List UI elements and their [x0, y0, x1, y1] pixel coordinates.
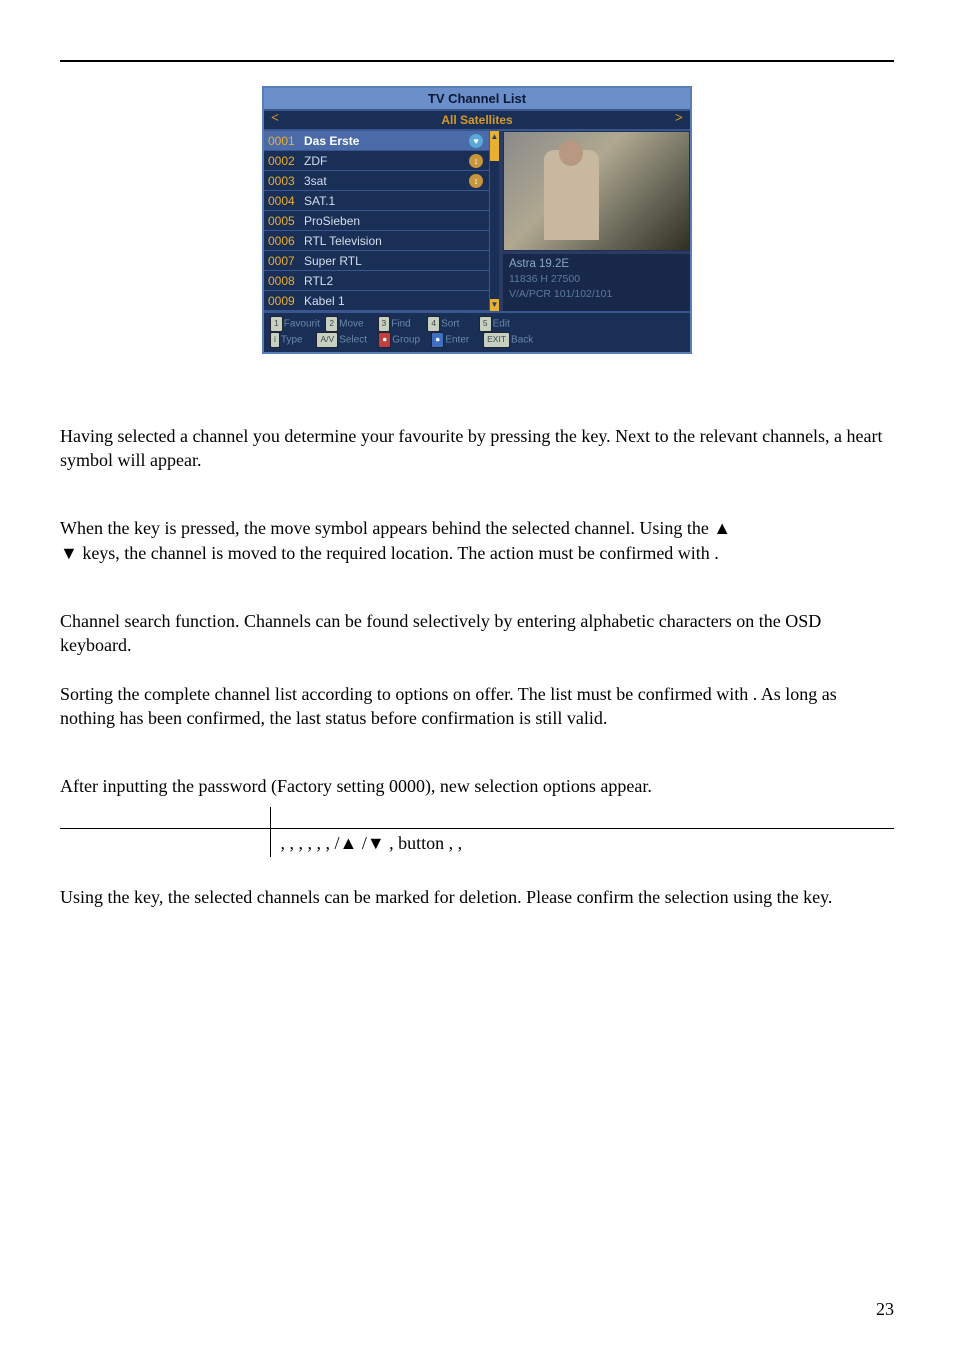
- channel-row: 0007 Super RTL: [264, 251, 489, 271]
- table-header-cell-1: [60, 807, 270, 829]
- channel-name: Kabel 1: [304, 294, 485, 308]
- key-enter-icon: ●: [431, 332, 444, 348]
- channel-number: 0007: [268, 254, 304, 268]
- paragraph-find: Channel search function. Channels can be…: [60, 609, 894, 658]
- key-4-label: Sort: [441, 318, 459, 329]
- satellite-label: All Satellites: [282, 113, 672, 127]
- channel-name: SAT.1: [304, 194, 485, 208]
- paragraph-sort: Sorting the complete channel list accord…: [60, 682, 894, 731]
- channel-row: 0003 3sat ↕: [264, 171, 489, 191]
- screenshot-content-row: 0001 Das Erste ♥ 0002 ZDF ↕ 0003 3sat ↕ …: [264, 131, 690, 311]
- preview-column: Astra 19.2E 11836 H 27500 V/A/PCR 101/10…: [499, 131, 690, 311]
- key-2-icon: 2: [325, 316, 338, 332]
- channel-row: 0006 RTL Television: [264, 231, 489, 251]
- scroll-thumb: [490, 143, 499, 161]
- satellite-selector-row: < All Satellites >: [264, 111, 690, 131]
- info-transponder: 11836 H 27500: [509, 272, 684, 287]
- key-enter-label: Enter: [445, 335, 469, 346]
- tv-screenshot-wrap: TV Channel List < All Satellites > 0001 …: [60, 86, 894, 354]
- channel-number: 0004: [268, 194, 304, 208]
- next-satellite-icon: >: [672, 113, 686, 127]
- key-3-icon: 3: [378, 316, 391, 332]
- channel-number: 0001: [268, 134, 304, 148]
- table-header-cell-2: [270, 807, 894, 829]
- scroll-track: [490, 161, 499, 299]
- info-satellite: Astra 19.2E: [509, 256, 684, 272]
- key-1-icon: 1: [270, 316, 283, 332]
- paragraph-delete: Using the key, the selected channels can…: [60, 885, 894, 909]
- key-i-icon: i: [270, 332, 280, 348]
- channel-list-scrollbar: ▲ ▼: [489, 131, 499, 311]
- screenshot-footer-bar: 1Favourit 2Move 3Find 4Sort 5Edit iType …: [264, 311, 690, 352]
- info-pids: V/A/PCR 101/102/101: [509, 287, 684, 302]
- heart-icon: ♥: [469, 134, 483, 148]
- key-5-label: Edit: [493, 318, 510, 329]
- key-4-icon: 4: [427, 316, 440, 332]
- page-number: 23: [876, 1299, 894, 1320]
- channel-row: 0004 SAT.1: [264, 191, 489, 211]
- move-icon: ↕: [469, 174, 483, 188]
- channel-number: 0005: [268, 214, 304, 228]
- channel-name: RTL Television: [304, 234, 485, 248]
- key-group-label: Group: [392, 335, 420, 346]
- channel-number: 0003: [268, 174, 304, 188]
- channel-number: 0009: [268, 294, 304, 308]
- channel-name: Das Erste: [304, 134, 469, 148]
- table-cell-right: , , , , , , /▲ /▼ , button , ,: [270, 829, 894, 858]
- tv-channel-list-screenshot: TV Channel List < All Satellites > 0001 …: [262, 86, 692, 354]
- channel-name: ProSieben: [304, 214, 485, 228]
- table-row: , , , , , , /▲ /▼ , button , ,: [60, 829, 894, 858]
- paragraph-move-line1: When the key is pressed, the move symbol…: [60, 518, 731, 538]
- channel-row: 0002 ZDF ↕: [264, 151, 489, 171]
- scroll-down-icon: ▼: [490, 299, 499, 311]
- top-rule: [60, 60, 894, 62]
- paragraph-move-line2: ▼ keys, the channel is moved to the requ…: [60, 543, 719, 563]
- channel-name: RTL2: [304, 274, 485, 288]
- preview-head: [559, 140, 583, 166]
- channel-number: 0008: [268, 274, 304, 288]
- key-exit-icon: EXIT: [483, 332, 510, 348]
- channel-info-box: Astra 19.2E 11836 H 27500 V/A/PCR 101/10…: [503, 254, 690, 311]
- key-3-label: Find: [391, 318, 410, 329]
- paragraph-move: When the key is pressed, the move symbol…: [60, 516, 894, 565]
- paragraph-favourite: Having selected a channel you determine …: [60, 424, 894, 473]
- channel-list-column: 0001 Das Erste ♥ 0002 ZDF ↕ 0003 3sat ↕ …: [264, 131, 489, 311]
- channel-row: 0008 RTL2: [264, 271, 489, 291]
- key-av-label: Select: [339, 335, 367, 346]
- key-exit-label: Back: [511, 335, 533, 346]
- table-header-row: [60, 807, 894, 829]
- channel-row: 0005 ProSieben: [264, 211, 489, 231]
- channel-name: ZDF: [304, 154, 469, 168]
- key-group-icon: ●: [378, 332, 391, 348]
- scroll-up-icon: ▲: [490, 131, 499, 143]
- channel-row: 0001 Das Erste ♥: [264, 131, 489, 151]
- key-5-icon: 5: [479, 316, 492, 332]
- channel-name: Super RTL: [304, 254, 485, 268]
- channel-name: 3sat: [304, 174, 469, 188]
- key-i-label: Type: [281, 335, 303, 346]
- channel-number: 0002: [268, 154, 304, 168]
- channel-number: 0006: [268, 234, 304, 248]
- move-icon: ↕: [469, 154, 483, 168]
- key-2-label: Move: [339, 318, 363, 329]
- table-cell-left: [60, 829, 270, 858]
- screenshot-titlebar: TV Channel List: [264, 88, 690, 111]
- edit-options-table: , , , , , , /▲ /▼ , button , ,: [60, 807, 894, 858]
- channel-preview-image: [503, 131, 690, 251]
- prev-satellite-icon: <: [268, 113, 282, 127]
- channel-row: 0009 Kabel 1: [264, 291, 489, 311]
- paragraph-edit-password: After inputting the password (Factory se…: [60, 774, 894, 798]
- key-av-icon: A/V: [316, 332, 338, 348]
- key-1-label: Favourit: [284, 318, 320, 329]
